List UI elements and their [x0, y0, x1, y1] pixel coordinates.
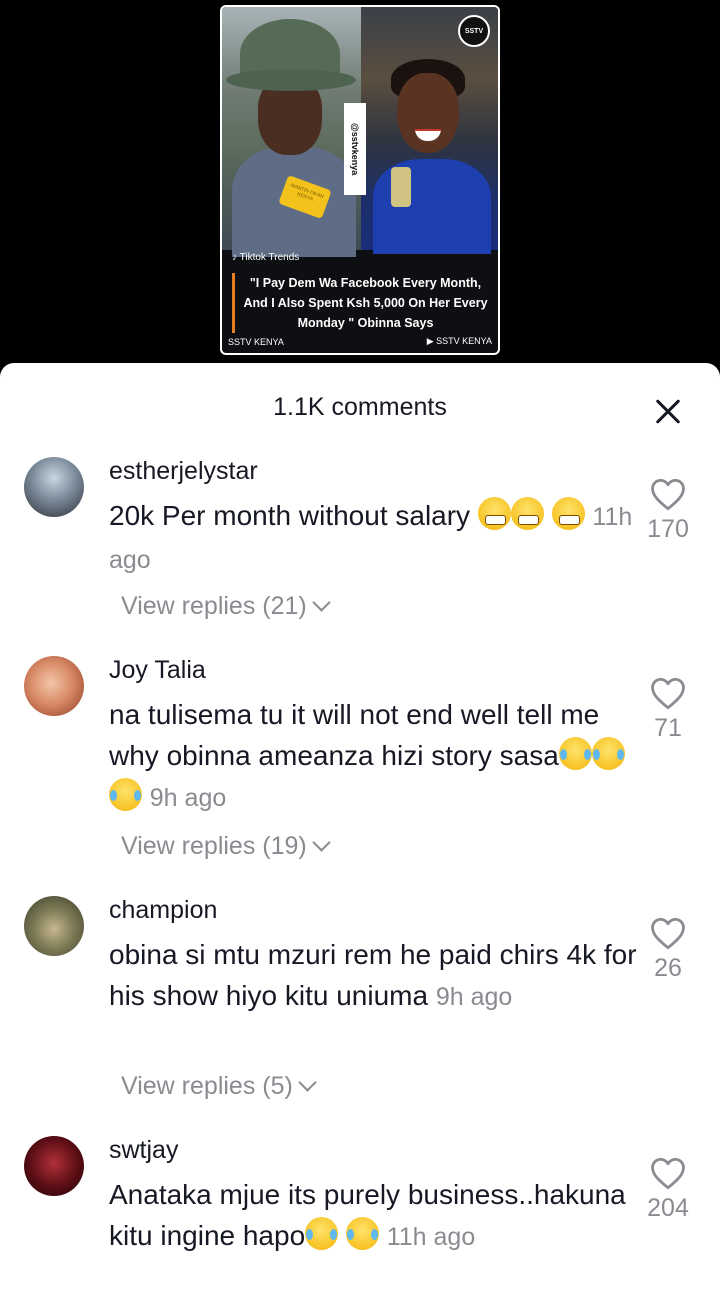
- comment-username[interactable]: estherjelystar: [109, 457, 258, 486]
- like-button[interactable]: [648, 1156, 688, 1190]
- heart-icon: [651, 1158, 685, 1190]
- grinning-emoji-icon: [551, 497, 585, 530]
- video-thumbnail[interactable]: MARTIN OKAN KENYA @sstvkenya SSTV ♪ Tikt…: [220, 5, 500, 355]
- chevron-down-icon: [298, 1073, 317, 1092]
- like-count: 71: [654, 714, 682, 742]
- chevron-down-icon: [312, 593, 331, 612]
- sstv-logo: SSTV: [458, 15, 490, 47]
- comment-text: 20k Per month without salary 11h ago: [109, 495, 639, 581]
- video-area[interactable]: MARTIN OKAN KENYA @sstvkenya SSTV ♪ Tikt…: [0, 0, 720, 365]
- like-button[interactable]: [648, 477, 688, 511]
- tiktok-trends-tag: ♪ Tiktok Trends: [232, 252, 300, 263]
- comment-time: 9h ago: [435, 983, 513, 1011]
- tears-of-joy-emoji-icon: [558, 737, 592, 770]
- heart-icon: [651, 678, 685, 710]
- tears-of-joy-emoji-icon: [109, 778, 142, 811]
- comments-sheet: 1.1K comments estherjelystar 20k Per mon…: [0, 363, 720, 1316]
- like-button[interactable]: [648, 676, 688, 710]
- comment-text: na tulisema tu it will not end well tell…: [109, 694, 639, 819]
- tears-of-joy-emoji-icon: [591, 737, 625, 770]
- video-headline: "I Pay Dem Wa Facebook Every Month, And …: [232, 273, 490, 333]
- footer-left: SSTV KENYA: [228, 337, 284, 347]
- youtube-icon: ▶: [426, 336, 437, 346]
- tears-of-joy-emoji-icon: [305, 1217, 339, 1250]
- view-replies-button[interactable]: View replies (5): [121, 1072, 317, 1101]
- comment-text: obina si mtu mzuri rem he paid chirs 4k …: [109, 939, 637, 1011]
- close-icon[interactable]: [648, 391, 688, 431]
- chevron-down-icon: [312, 833, 331, 852]
- avatar[interactable]: [24, 1136, 84, 1196]
- avatar[interactable]: [24, 656, 84, 716]
- view-replies-button[interactable]: View replies (21): [121, 592, 331, 621]
- heart-icon: [651, 918, 685, 950]
- comments-count-title: 1.1K comments: [273, 393, 447, 421]
- avatar[interactable]: [24, 896, 84, 956]
- view-replies-button[interactable]: View replies (19): [121, 832, 331, 861]
- tiktok-icon: ♪: [232, 252, 240, 263]
- comment-username[interactable]: champion: [109, 896, 217, 925]
- comment-username[interactable]: swtjay: [109, 1136, 178, 1165]
- comment-time: 11h ago: [386, 1223, 476, 1251]
- like-count: 26: [654, 954, 682, 982]
- like-count: 204: [647, 1194, 689, 1222]
- photo-man: MARTIN OKAN KENYA: [222, 7, 361, 257]
- comment-text: Anataka mjue its purely business..hakuna…: [109, 1179, 626, 1251]
- footer-right: ▶ SSTV KENYA: [426, 336, 492, 346]
- like-count: 170: [647, 515, 689, 543]
- heart-icon: [651, 479, 685, 511]
- comment-username[interactable]: Joy Talia: [109, 656, 206, 685]
- comment-time: 9h ago: [149, 784, 227, 812]
- tears-of-joy-emoji-icon: [345, 1217, 379, 1250]
- grinning-emoji-icon: [477, 497, 511, 530]
- grinning-emoji-icon: [510, 497, 544, 530]
- like-button[interactable]: [648, 916, 688, 950]
- channel-handle: @sstvkenya: [344, 103, 366, 195]
- avatar[interactable]: [24, 457, 84, 517]
